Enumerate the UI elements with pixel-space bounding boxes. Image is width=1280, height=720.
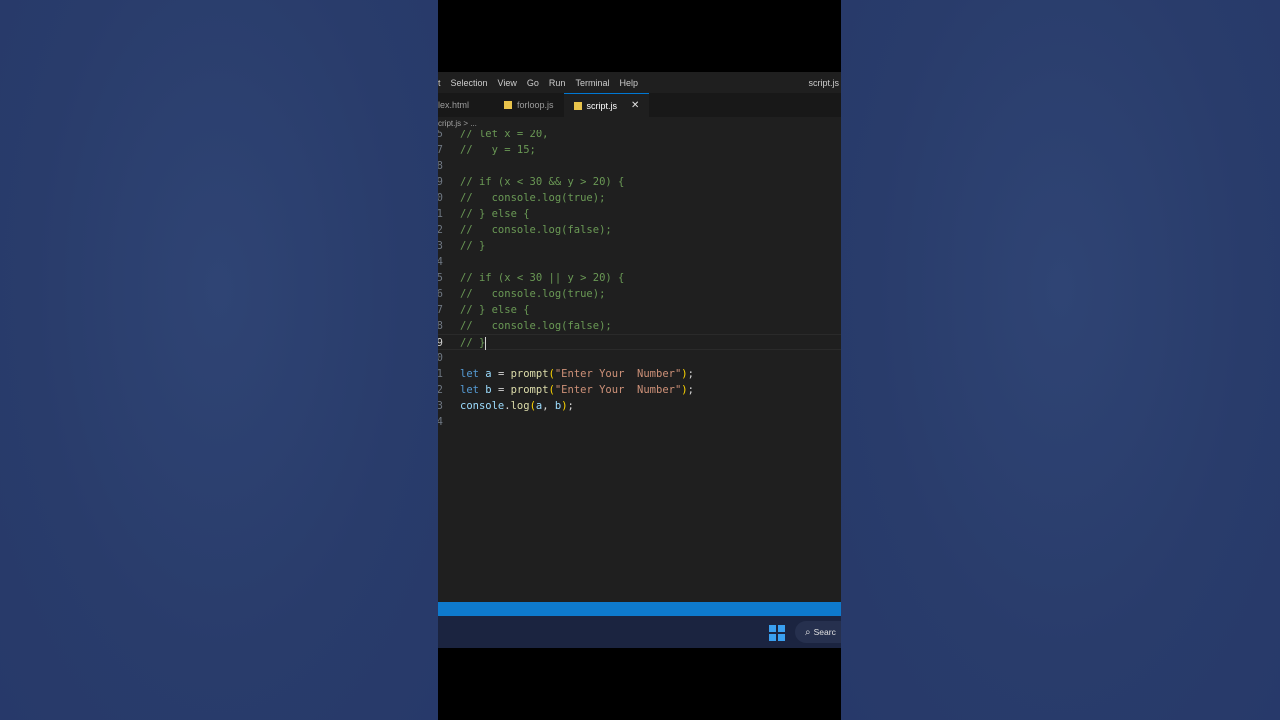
code-line[interactable]: 4	[438, 254, 841, 270]
menu-item-help[interactable]: Help	[614, 78, 643, 88]
menu-item-view[interactable]: View	[493, 78, 522, 88]
menu-bar: t Selection View Go Run Terminal Help sc…	[438, 72, 841, 93]
code-text: // }	[460, 336, 487, 350]
line-number: 1	[438, 368, 443, 380]
tab-label: script.js	[586, 100, 618, 111]
line-number: 7	[438, 144, 443, 156]
code-line[interactable]: 4	[438, 414, 841, 430]
code-text: console.log(a, b);	[460, 400, 574, 412]
line-number: 0	[438, 192, 443, 204]
tab-label: forloop.js	[517, 100, 554, 110]
code-text: // y = 15;	[460, 144, 536, 156]
search-icon: ⌕	[805, 626, 811, 638]
background-left	[0, 0, 438, 720]
code-text: // } else {	[460, 208, 530, 220]
code-text: // console.log(false);	[460, 320, 612, 332]
text-cursor	[485, 336, 487, 350]
menu-item-run[interactable]: Run	[544, 78, 571, 88]
code-line[interactable]: 1 let a = prompt("Enter Your Number");	[438, 366, 841, 382]
window-title: script.js	[808, 77, 839, 88]
code-text: // console.log(true);	[460, 288, 606, 300]
breadcrumb[interactable]: cript.js > ...	[438, 117, 841, 130]
windows-taskbar: ⌕ Searc	[438, 616, 841, 648]
line-number: 9	[438, 176, 443, 188]
tab-script-js[interactable]: script.js ✕	[563, 93, 650, 117]
code-text: let b = prompt("Enter Your Number");	[460, 384, 694, 396]
line-number: 6	[438, 288, 443, 300]
code-text: // console.log(true);	[460, 192, 606, 204]
code-line[interactable]: 1 // } else {	[438, 206, 841, 222]
code-text: // if (x < 30 || y > 20) {	[460, 272, 625, 284]
windows-start-icon[interactable]	[769, 625, 785, 641]
taskbar-search-label: Searc	[813, 627, 836, 637]
menu-item-edit[interactable]: t	[438, 78, 446, 88]
code-editor[interactable]: 5 // let x = 20, 7 // y = 15; 8 9 // if (x < 3…	[438, 130, 841, 602]
line-number: 3	[438, 400, 443, 412]
javascript-file-icon	[504, 101, 512, 109]
line-number: 4	[438, 256, 443, 268]
code-text: // console.log(false);	[460, 224, 612, 236]
line-number: 8	[438, 320, 443, 332]
code-line[interactable]: 0 // console.log(true);	[438, 190, 841, 206]
code-line[interactable]: 8	[438, 158, 841, 174]
line-number: 3	[438, 240, 443, 252]
code-text: // if (x < 30 && y > 20) {	[460, 176, 625, 188]
menu-item-terminal[interactable]: Terminal	[570, 78, 614, 88]
line-number: 5	[438, 130, 443, 140]
line-number: 2	[438, 384, 443, 396]
code-line[interactable]: 0	[438, 350, 841, 366]
line-number: 9	[438, 337, 443, 349]
taskbar-search-button[interactable]: ⌕ Searc	[795, 621, 841, 643]
code-text: // }	[460, 240, 486, 252]
code-line[interactable]: 8 // console.log(false);	[438, 318, 841, 334]
menu-item-selection[interactable]: Selection	[446, 78, 493, 88]
code-line[interactable]: 3 console.log(a, b);	[438, 398, 841, 414]
tab-label: lex.html	[438, 100, 470, 110]
line-number: 7	[438, 304, 443, 316]
code-line[interactable]: 9 // }	[438, 334, 841, 350]
line-number: 4	[438, 416, 443, 428]
code-line[interactable]: 5 // if (x < 30 || y > 20) {	[438, 270, 841, 286]
status-bar	[438, 602, 841, 616]
code-line[interactable]: 7 // y = 15;	[438, 142, 841, 158]
code-line[interactable]: 3 // }	[438, 238, 841, 254]
line-number: 5	[438, 272, 443, 284]
javascript-file-icon	[573, 101, 582, 110]
code-line[interactable]: 2 // console.log(false);	[438, 222, 841, 238]
line-number: 1	[438, 208, 443, 220]
code-text: let a = prompt("Enter Your Number");	[460, 368, 694, 380]
code-text: // let x = 20,	[460, 130, 549, 140]
code-line[interactable]: 7 // } else {	[438, 302, 841, 318]
code-line[interactable]: 9 // if (x < 30 && y > 20) {	[438, 174, 841, 190]
background-right	[841, 0, 1280, 720]
code-line[interactable]: 2 let b = prompt("Enter Your Number");	[438, 382, 841, 398]
menu-item-go[interactable]: Go	[522, 78, 544, 88]
code-line[interactable]: 5 // let x = 20,	[438, 130, 841, 142]
tab-forloop-js[interactable]: forloop.js	[494, 93, 564, 117]
line-number: 2	[438, 224, 443, 236]
close-icon[interactable]: ✕	[631, 100, 639, 111]
line-number: 0	[438, 352, 443, 364]
editor-tab-bar: lex.html forloop.js script.js ✕	[438, 93, 841, 118]
vscode-window: t Selection View Go Run Terminal Help sc…	[438, 0, 841, 720]
code-line[interactable]: 6 // console.log(true);	[438, 286, 841, 302]
tab-index-html[interactable]: lex.html	[438, 93, 494, 117]
code-text: // } else {	[460, 304, 530, 316]
line-number: 8	[438, 160, 443, 172]
